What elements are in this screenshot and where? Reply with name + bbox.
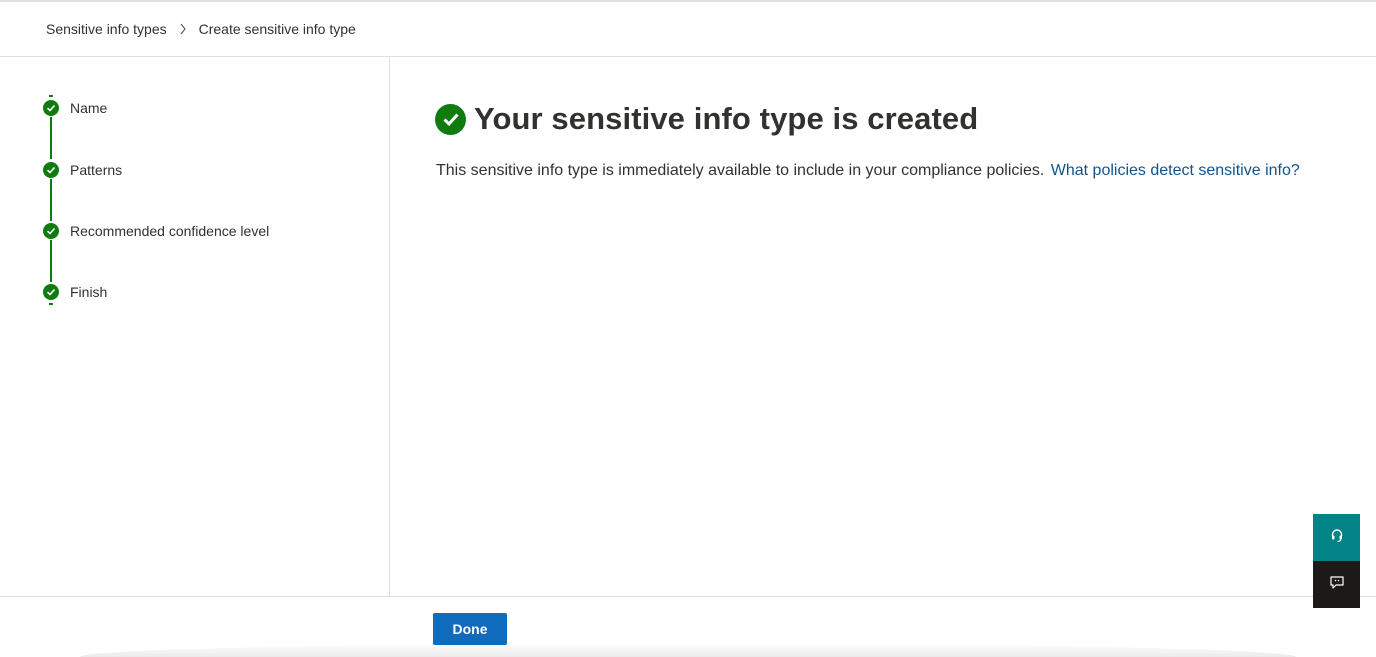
main-content: Your sensitive info type is created This… [391,57,1376,596]
success-checkmark-icon [435,103,466,135]
chevron-right-icon [177,23,189,35]
feedback-button[interactable] [1313,561,1360,608]
policies-help-link[interactable]: What policies detect sensitive info? [1051,162,1300,179]
step-recommended-confidence-level[interactable]: Recommended confidence level [43,222,269,240]
page-title: Your sensitive info type is created [474,101,979,136]
wizard-steps-panel: Name Patterns Recommended confidence lev… [0,57,390,596]
headset-icon [1329,527,1345,548]
breadcrumb-item-current: Create sensitive info type [198,21,356,37]
step-finish[interactable]: Finish [43,283,107,301]
step-connector [50,117,52,159]
checkmark-circle-icon [43,284,59,300]
step-line-cap-top [49,95,53,97]
step-label: Recommended confidence level [70,223,270,239]
done-button[interactable]: Done [433,613,507,645]
checkmark-circle-icon [43,100,59,116]
step-connector [50,240,52,282]
footer-shadow [80,643,1296,657]
step-patterns[interactable]: Patterns [43,161,122,179]
breadcrumb: Sensitive info types Create sensitive in… [0,2,1376,57]
checkmark-circle-icon [43,162,59,178]
breadcrumb-item-sensitive-info-types[interactable]: Sensitive info types [46,21,167,37]
step-label: Patterns [70,162,123,178]
step-label: Name [70,100,108,116]
description: This sensitive info type is immediately … [436,162,1300,180]
feedback-icon [1329,574,1345,595]
help-button[interactable] [1313,514,1360,561]
step-label: Finish [70,284,108,300]
checkmark-circle-icon [43,223,59,239]
step-name[interactable]: Name [43,99,107,117]
description-text: This sensitive info type is immediately … [436,162,1045,179]
step-line-cap-bottom [49,303,53,305]
step-connector [50,179,52,221]
footer: Done [0,596,1376,657]
success-header: Your sensitive info type is created [435,101,978,137]
